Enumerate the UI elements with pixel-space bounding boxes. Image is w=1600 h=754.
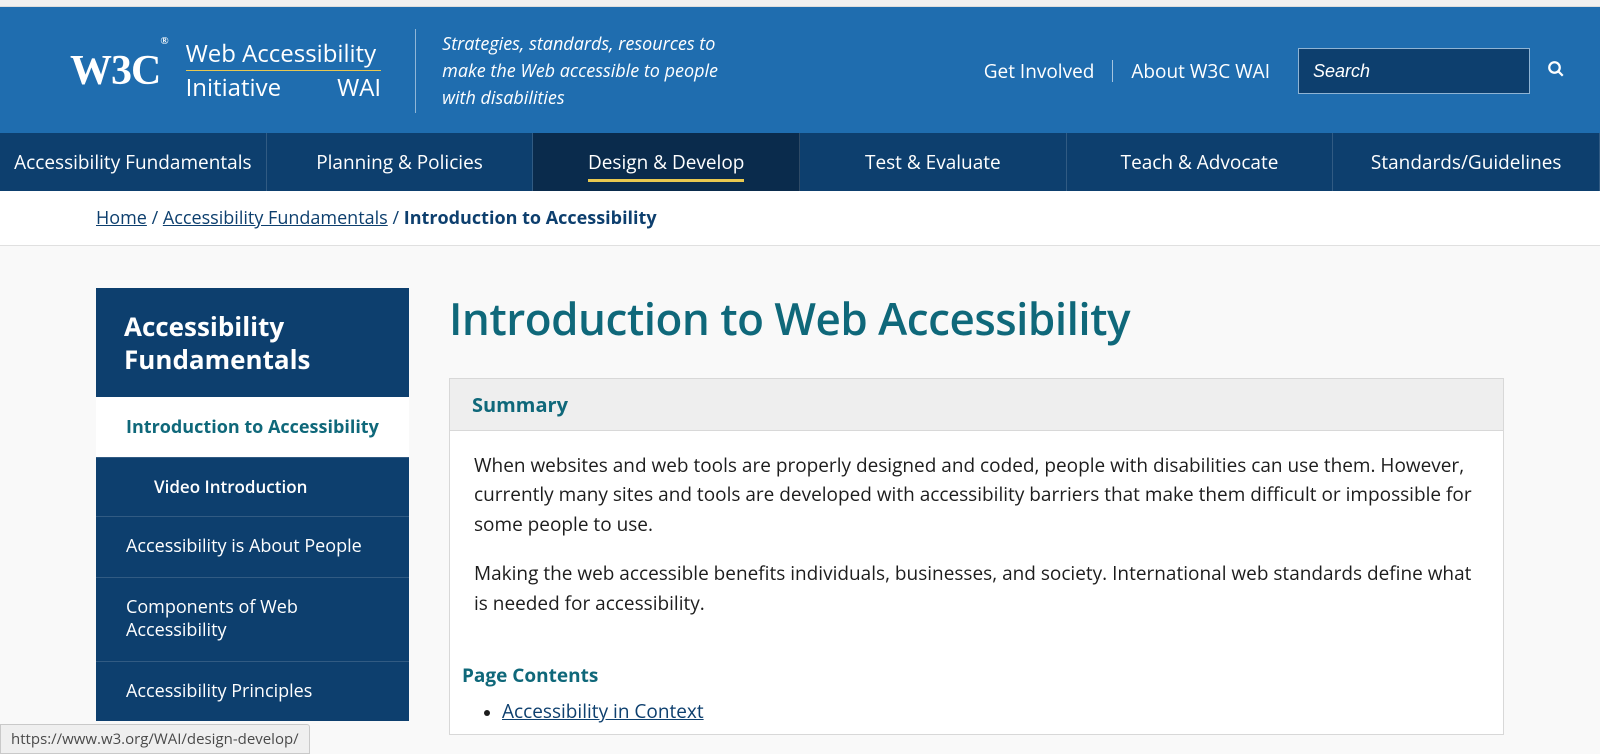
side-nav: Accessibility Fundamentals Introduction … <box>96 288 409 721</box>
header-link-separator <box>1112 60 1113 82</box>
nav-accessibility-fundamentals[interactable]: Accessibility Fundamentals <box>0 133 267 191</box>
header-links: Get Involved About W3C WAI <box>984 48 1530 94</box>
site-header: W3C® Web Accessibility Initiative WAI St… <box>0 7 1600 133</box>
nav-standards-guidelines[interactable]: Standards/Guidelines <box>1333 133 1600 191</box>
breadcrumb-sep: / <box>152 206 163 230</box>
content-wrap: Accessibility Fundamentals Introduction … <box>0 246 1600 735</box>
toc-link-context[interactable]: Accessibility in Context <box>502 698 704 724</box>
status-bar-url: https://www.w3.org/WAI/design-develop/ <box>0 724 310 754</box>
get-involved-link[interactable]: Get Involved <box>984 58 1095 84</box>
breadcrumb-current: Introduction to Accessibility <box>404 206 657 230</box>
search-box[interactable] <box>1298 48 1530 94</box>
tagline: Strategies, standards, resources to make… <box>442 31 742 112</box>
wai-line2: Initiative WAI <box>186 70 382 101</box>
breadcrumb-parent[interactable]: Accessibility Fundamentals <box>163 206 388 230</box>
breadcrumb: Home / Accessibility Fundamentals / Intr… <box>0 191 1600 246</box>
sidenav-item-about-people[interactable]: Accessibility is About People <box>96 516 409 576</box>
breadcrumb-home[interactable]: Home <box>96 206 147 230</box>
summary-heading: Summary <box>450 379 1503 431</box>
browser-top-bar <box>0 0 1600 7</box>
list-item: Accessibility in Context <box>502 698 1479 724</box>
logo-block[interactable]: W3C® Web Accessibility Initiative WAI <box>70 41 381 101</box>
wai-line1: Web Accessibility <box>186 41 382 67</box>
summary-box: Summary When websites and web tools are … <box>449 378 1504 735</box>
breadcrumb-sep: / <box>392 206 403 230</box>
page-contents-list: Accessibility in Context <box>462 698 1479 724</box>
main-content: Introduction to Web Accessibility Summar… <box>449 288 1504 735</box>
sidenav-item-principles[interactable]: Accessibility Principles <box>96 661 409 721</box>
sidenav-item-video[interactable]: Video Introduction <box>96 457 409 516</box>
side-nav-header[interactable]: Accessibility Fundamentals <box>96 288 409 397</box>
search-icon[interactable] <box>1547 58 1565 84</box>
nav-design-develop[interactable]: Design & Develop <box>533 133 800 191</box>
main-nav: Accessibility Fundamentals Planning & Po… <box>0 133 1600 191</box>
sidenav-item-intro[interactable]: Introduction to Accessibility <box>96 397 409 457</box>
page-title: Introduction to Web Accessibility <box>449 288 1504 348</box>
summary-paragraph-1: When websites and web tools are properly… <box>474 451 1479 539</box>
about-link[interactable]: About W3C WAI <box>1131 58 1270 84</box>
page-contents-label: Page Contents <box>462 662 1479 688</box>
page-contents: Page Contents Accessibility in Context <box>450 658 1503 734</box>
nav-test-evaluate[interactable]: Test & Evaluate <box>800 133 1067 191</box>
summary-paragraph-2: Making the web accessible benefits indiv… <box>474 559 1479 618</box>
search-input[interactable] <box>1313 61 1547 82</box>
sidenav-item-components[interactable]: Components of Web Accessibility <box>96 577 409 661</box>
wai-title: Web Accessibility Initiative WAI <box>186 41 382 101</box>
w3c-logo: W3C® <box>70 47 168 95</box>
header-divider <box>415 29 416 113</box>
nav-planning-policies[interactable]: Planning & Policies <box>267 133 534 191</box>
nav-teach-advocate[interactable]: Teach & Advocate <box>1067 133 1334 191</box>
summary-body: When websites and web tools are properly… <box>450 431 1503 658</box>
